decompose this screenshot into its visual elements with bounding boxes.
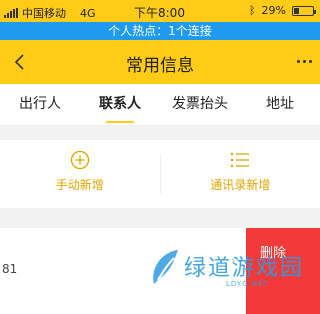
status-time: 下午8:00 (134, 6, 185, 20)
manual-add-label: 手动新增 (55, 178, 104, 192)
tab-bar: 出行人 联系人 发票抬头 地址 (0, 84, 320, 126)
status-left: 中国移动 4G (4, 5, 96, 21)
status-right: ᛒ 29% (248, 4, 316, 17)
list-icon (231, 152, 250, 168)
signal-icon (4, 8, 18, 18)
nav-bar: 常用信息 (0, 40, 320, 84)
hotspot-banner[interactable]: 个人热点：1个连接 (0, 22, 320, 40)
manual-add-button[interactable]: 手动新增 (0, 140, 160, 208)
status-bar: 中国移动 4G 下午8:00 ᛒ 29% (0, 0, 320, 22)
battery-percent: 29% (261, 4, 286, 17)
add-contact-card: 手动新增 通讯录新增 (0, 140, 320, 208)
network-type: 4G (80, 6, 96, 20)
contact-number: 81 (2, 262, 18, 276)
battery-icon (292, 5, 316, 16)
battery-fill (294, 7, 300, 14)
tab-invoice-title[interactable]: 发票抬头 (160, 84, 240, 125)
bluetooth-icon: ᛒ (248, 4, 256, 17)
tab-travelers[interactable]: 出行人 (0, 84, 80, 125)
section-gap (0, 218, 320, 228)
more-dots-icon[interactable] (297, 60, 312, 63)
contacts-import-label: 通讯录新增 (210, 178, 271, 192)
carrier-name: 中国移动 (22, 7, 66, 20)
chevron-right-icon: › (231, 254, 236, 267)
tab-contacts[interactable]: 联系人 (80, 84, 160, 125)
contact-list-item[interactable]: 81 › 删除 (0, 228, 320, 314)
page-title: 常用信息 (126, 56, 194, 76)
delete-button[interactable]: 删除 (246, 228, 320, 314)
tab-address[interactable]: 地址 (240, 84, 320, 125)
plus-circle-icon (70, 150, 89, 170)
contacts-import-button[interactable]: 通讯录新增 (161, 140, 320, 208)
